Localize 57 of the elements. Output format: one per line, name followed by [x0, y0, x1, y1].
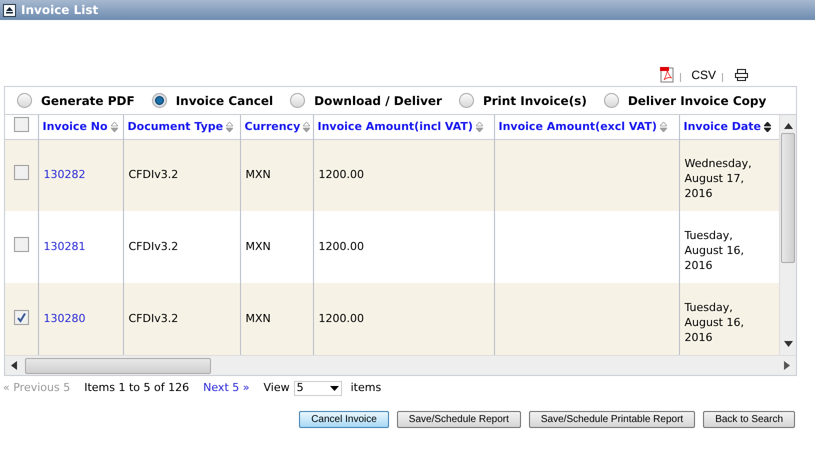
table-cell: CFDIv3.2: [123, 139, 240, 211]
vertical-scrollbar[interactable]: [779, 115, 796, 355]
scroll-down-icon[interactable]: [784, 341, 792, 347]
print-icon[interactable]: [735, 69, 748, 81]
radio-button[interactable]: [290, 93, 306, 108]
radio-button[interactable]: [152, 93, 167, 108]
column-header[interactable]: Document Type: [128, 118, 224, 135]
table-cell: Tuesday, August 16, 2016: [679, 211, 780, 283]
radio-button[interactable]: [458, 93, 474, 108]
scroll-right-icon[interactable]: [784, 361, 790, 370]
table-cell: CFDIv3.2: [123, 283, 240, 355]
table-cell: CFDIv3.2: [123, 211, 240, 283]
radio-label: Print Invoice(s): [482, 92, 587, 110]
radio-button[interactable]: [17, 93, 32, 108]
table-cell: MXN: [240, 139, 313, 211]
table-cell: MXN: [240, 211, 313, 283]
invoice-link[interactable]: 130282: [44, 168, 86, 181]
table-cell: 1200.00: [313, 283, 494, 355]
column-header[interactable]: Invoice No: [42, 118, 108, 135]
action-button[interactable]: Cancel Invoice: [299, 411, 389, 428]
radio-label: Download / Deliver: [314, 92, 442, 110]
table-cell: Wednesday, August 17, 2016: [679, 139, 780, 211]
pdf-icon[interactable]: [660, 67, 674, 83]
scroll-up-icon[interactable]: [784, 123, 792, 129]
collapse-icon[interactable]: [3, 4, 16, 16]
page-size-select[interactable]: 5: [294, 380, 342, 396]
invoice-link[interactable]: 130280: [44, 312, 86, 325]
scroll-left-icon[interactable]: [11, 361, 17, 370]
column-header[interactable]: Invoice Date: [684, 118, 762, 135]
items-summary: Items 1 to 5 of 126: [84, 380, 190, 396]
table-cell: 1200.00: [313, 139, 494, 211]
radio-button[interactable]: [604, 93, 619, 108]
action-button[interactable]: Save/Schedule Report: [396, 411, 521, 428]
window-title: Invoice List: [21, 2, 98, 19]
checkbox[interactable]: [14, 310, 29, 325]
invoice-link[interactable]: 130281: [44, 240, 86, 253]
radio-label: Invoice Cancel: [176, 92, 274, 110]
checkbox[interactable]: [14, 236, 29, 252]
radio-label: Deliver Invoice Copy: [628, 92, 766, 110]
dropdown-caret-icon[interactable]: [330, 386, 339, 390]
checkbox[interactable]: [14, 116, 29, 132]
sort-icon[interactable]: [764, 122, 772, 132]
table-cell: MXN: [240, 283, 313, 355]
table-cell: 1200.00: [313, 211, 494, 283]
horizontal-scrollbar[interactable]: [5, 355, 796, 375]
action-button[interactable]: Back to Search: [703, 411, 795, 428]
checkbox[interactable]: [14, 165, 29, 180]
next-link[interactable]: Next 5 »: [203, 380, 250, 396]
column-header[interactable]: Invoice Amount(incl VAT): [318, 118, 473, 135]
radio-label: Generate PDF: [41, 92, 135, 110]
table-cell: Tuesday, August 16, 2016: [679, 283, 780, 355]
column-header[interactable]: Invoice Amount(excl VAT): [498, 118, 657, 135]
view-label: View: [263, 380, 290, 396]
items-label: items: [350, 380, 382, 396]
column-header[interactable]: Currency: [244, 118, 300, 135]
csv-export-link[interactable]: CSV: [691, 66, 716, 84]
action-button[interactable]: Save/Schedule Printable Report: [528, 411, 696, 428]
